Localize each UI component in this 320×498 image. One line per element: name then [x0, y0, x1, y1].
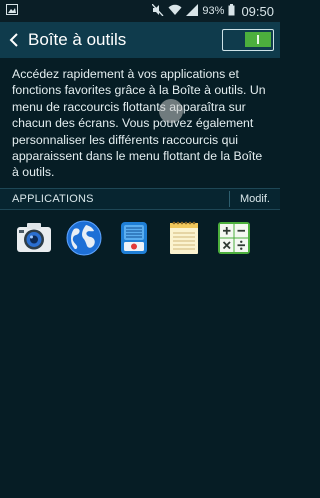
touch-indicator [159, 99, 183, 123]
edit-button[interactable]: Modif. [230, 193, 280, 205]
page-title: Boîte à outils [28, 30, 127, 49]
internet-icon[interactable] [64, 218, 104, 258]
calculator-icon[interactable] [214, 218, 254, 258]
battery-percent: 93% [202, 5, 225, 17]
applications-label: APPLICATIONS [12, 193, 94, 205]
wifi-icon [168, 4, 182, 19]
image-icon [6, 4, 18, 18]
voice-recorder-icon[interactable] [114, 218, 154, 258]
back-button[interactable] [6, 28, 22, 52]
signal-icon [186, 3, 199, 19]
mute-icon [151, 3, 164, 19]
camera-icon[interactable] [14, 218, 54, 258]
status-time: 09:50 [241, 3, 274, 19]
app-shortcuts [0, 218, 280, 262]
toolbox-toggle[interactable] [222, 29, 274, 51]
action-bar: Boîte à outils [0, 22, 280, 58]
toggle-thumb [245, 32, 271, 47]
chevron-left-icon [9, 33, 18, 47]
description-text: Accédez rapidement à vos applications et… [12, 67, 266, 180]
status-bar: 93% 09:50 [0, 0, 280, 22]
applications-header: APPLICATIONS Modif. [0, 188, 280, 210]
battery-icon [228, 3, 235, 19]
memo-icon[interactable] [164, 218, 204, 258]
